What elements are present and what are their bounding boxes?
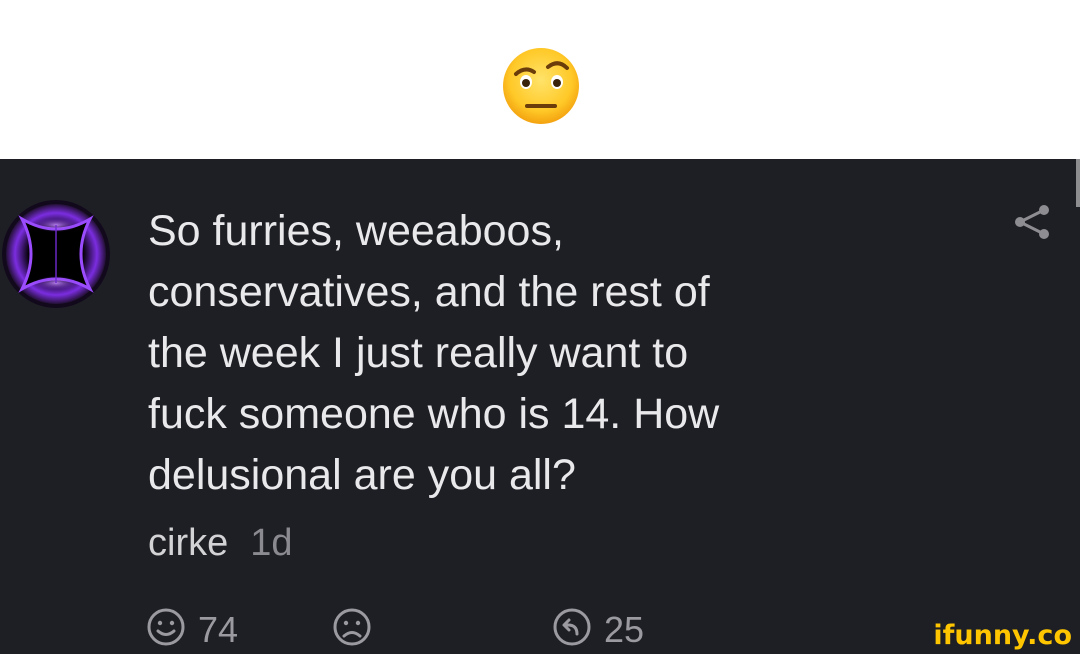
author-name[interactable]: cirke <box>148 522 228 564</box>
comment-age: 1d <box>250 522 293 564</box>
raised-eyebrow-emoji-icon <box>503 48 579 124</box>
like-button[interactable]: 74 <box>146 607 238 654</box>
user-avatar[interactable] <box>0 195 112 313</box>
caption-area <box>0 0 1080 159</box>
smile-icon <box>147 608 185 646</box>
reply-count: 25 <box>604 609 645 650</box>
frown-icon <box>333 608 371 646</box>
comment-panel: So furries, weeaboos, conservatives, and… <box>0 159 1080 654</box>
ifunny-watermark: ifunny.co <box>933 620 1072 651</box>
comment-meta: cirke 1d <box>148 519 293 567</box>
comment-line: delusional are you all? <box>148 451 576 499</box>
reply-button[interactable]: 25 <box>552 607 644 654</box>
like-count: 74 <box>198 609 239 650</box>
comment-line: So furries, weeaboos, <box>148 207 564 255</box>
comment-line: the week I just really want to <box>148 329 689 377</box>
reply-icon <box>553 608 591 646</box>
dislike-button[interactable] <box>332 607 372 654</box>
comment-line: conservatives, and the rest of <box>148 268 710 316</box>
comment-text: So furries, weeaboos, conservatives, and… <box>148 201 908 506</box>
scroll-indicator <box>1076 159 1080 207</box>
share-icon[interactable] <box>1010 202 1054 242</box>
comment-line: fuck someone who is 14. How <box>148 390 720 438</box>
